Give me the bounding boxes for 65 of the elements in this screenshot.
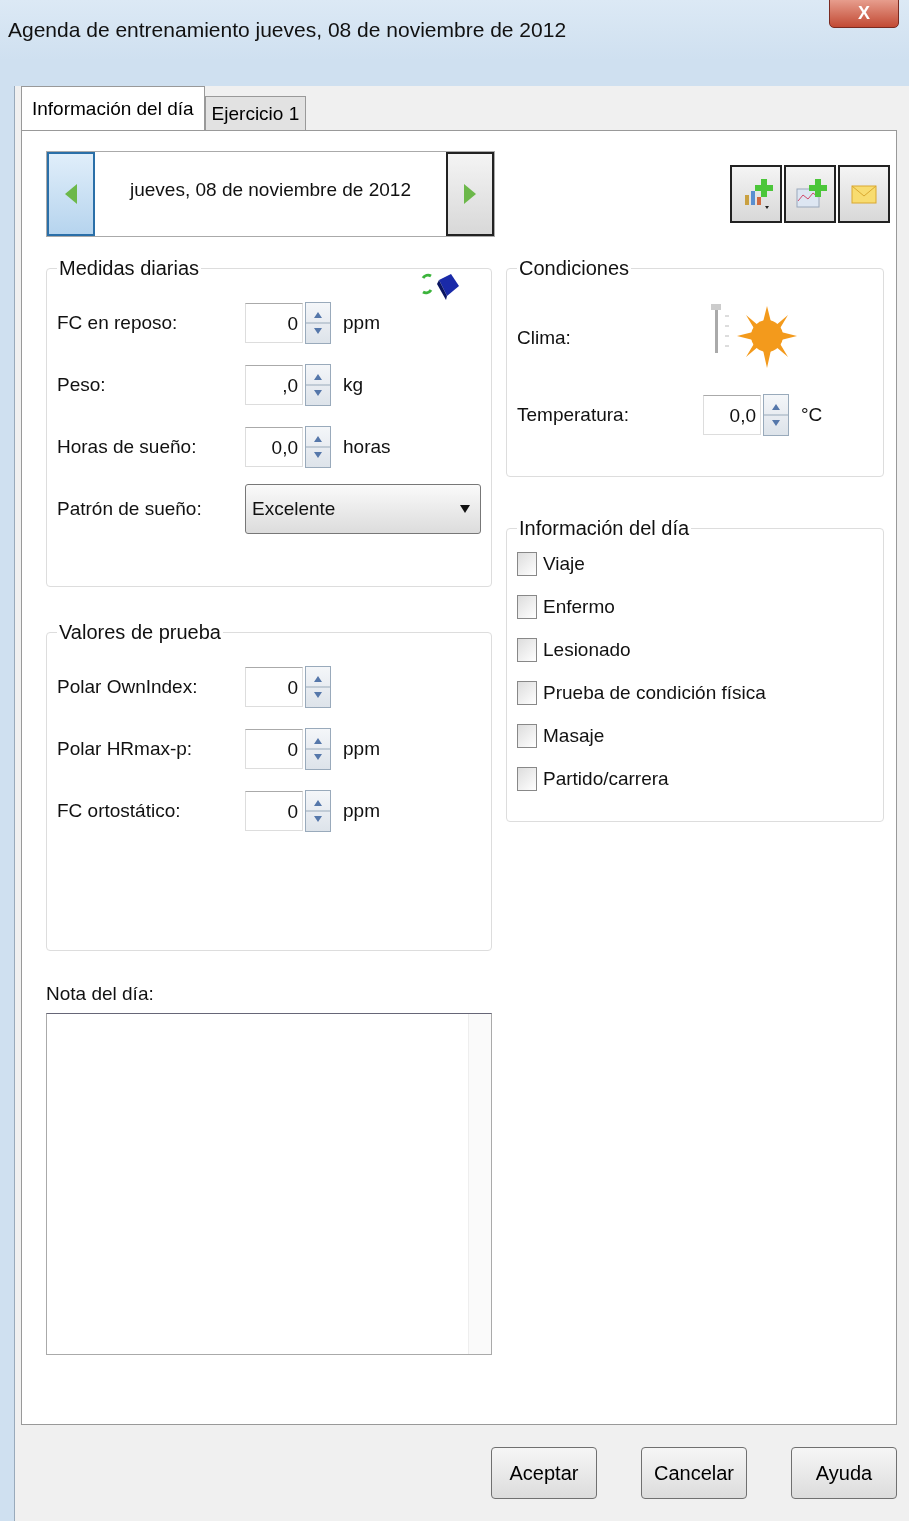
field-label: Clima:	[517, 327, 572, 349]
group-title: Información del día	[518, 517, 691, 540]
spin-buttons[interactable]	[305, 790, 331, 832]
checkbox-label: Prueba de condición física	[543, 681, 766, 704]
number-field[interactable]: 0,0	[703, 395, 761, 435]
number-field[interactable]: 0	[245, 303, 303, 343]
line-chart-plus-icon	[793, 177, 827, 211]
window-title: Agenda de entrenamiento jueves, 08 de noviembre de 2012	[8, 18, 567, 42]
spin-buttons[interactable]	[305, 728, 331, 770]
checkbox-label: Enfermo	[543, 595, 615, 618]
checkbox-label: Masaje	[543, 724, 605, 747]
field-label: Polar HRmax-p:	[57, 738, 194, 760]
checkbox[interactable]	[517, 637, 537, 662]
spin-buttons[interactable]	[305, 302, 331, 344]
field-label: FC en reposo:	[57, 312, 179, 334]
field-label: Horas de sueño:	[57, 436, 198, 458]
unit-label: horas	[343, 436, 391, 458]
checkbox[interactable]	[517, 594, 537, 619]
mail-button[interactable]	[838, 165, 890, 223]
checkbox-label: Viaje	[543, 552, 585, 575]
spin-buttons[interactable]	[305, 666, 331, 708]
note-field[interactable]	[46, 1013, 492, 1355]
unit-label: °C	[801, 404, 823, 426]
previous-button[interactable]	[47, 152, 95, 236]
checkbox[interactable]	[517, 680, 537, 705]
group-title: Condiciones	[518, 257, 631, 280]
spin-buttons[interactable]	[305, 364, 331, 406]
dialog-button[interactable]: Ayuda	[791, 1447, 897, 1499]
checkbox-label: Lesionado	[543, 638, 631, 661]
sleep-pattern-dropdown[interactable]: Excelente	[245, 484, 481, 534]
number-field[interactable]: ,0	[245, 365, 303, 405]
add-chart-button[interactable]	[730, 165, 782, 223]
scrollbar[interactable]	[468, 1014, 491, 1354]
spin-buttons[interactable]	[763, 394, 789, 436]
number-field[interactable]: 0	[245, 729, 303, 769]
unit-label: ppm	[343, 738, 380, 760]
group-title: Medidas diarias	[58, 257, 201, 280]
tab[interactable]: Información del día	[21, 86, 205, 130]
field-label: Peso:	[57, 374, 107, 396]
add-graph-button[interactable]	[784, 165, 836, 223]
unit-label: ppm	[343, 312, 380, 334]
number-field[interactable]: 0	[245, 667, 303, 707]
group-title: Valores de prueba	[58, 621, 222, 644]
dialog-button[interactable]: Cancelar	[641, 1447, 747, 1499]
right-arrow-icon	[462, 182, 478, 206]
field-label: Temperatura:	[517, 404, 630, 426]
spin-buttons[interactable]	[305, 426, 331, 468]
caret-icon	[460, 505, 470, 513]
unit-label: kg	[343, 374, 364, 396]
field-label: Patrón de sueño:	[57, 498, 203, 520]
checkbox-label: Partido/carrera	[543, 767, 669, 790]
field-label: Polar OwnIndex:	[57, 676, 199, 698]
dialog-button[interactable]: Aceptar	[491, 1447, 597, 1499]
checkbox[interactable]	[517, 551, 537, 576]
number-field[interactable]: 0,0	[245, 427, 303, 467]
number-field[interactable]: 0	[245, 791, 303, 831]
tab[interactable]: Ejercicio 1	[204, 96, 307, 130]
date-display: jueves, 08 de noviembre de 2012	[128, 178, 412, 202]
unit-label: ppm	[343, 800, 380, 822]
checkbox[interactable]	[517, 766, 537, 791]
field-label: FC ortostático:	[57, 800, 182, 822]
left-arrow-icon	[63, 182, 79, 206]
note-label: Nota del día:	[46, 983, 155, 1005]
next-button[interactable]	[446, 152, 494, 236]
checkbox[interactable]	[517, 723, 537, 748]
